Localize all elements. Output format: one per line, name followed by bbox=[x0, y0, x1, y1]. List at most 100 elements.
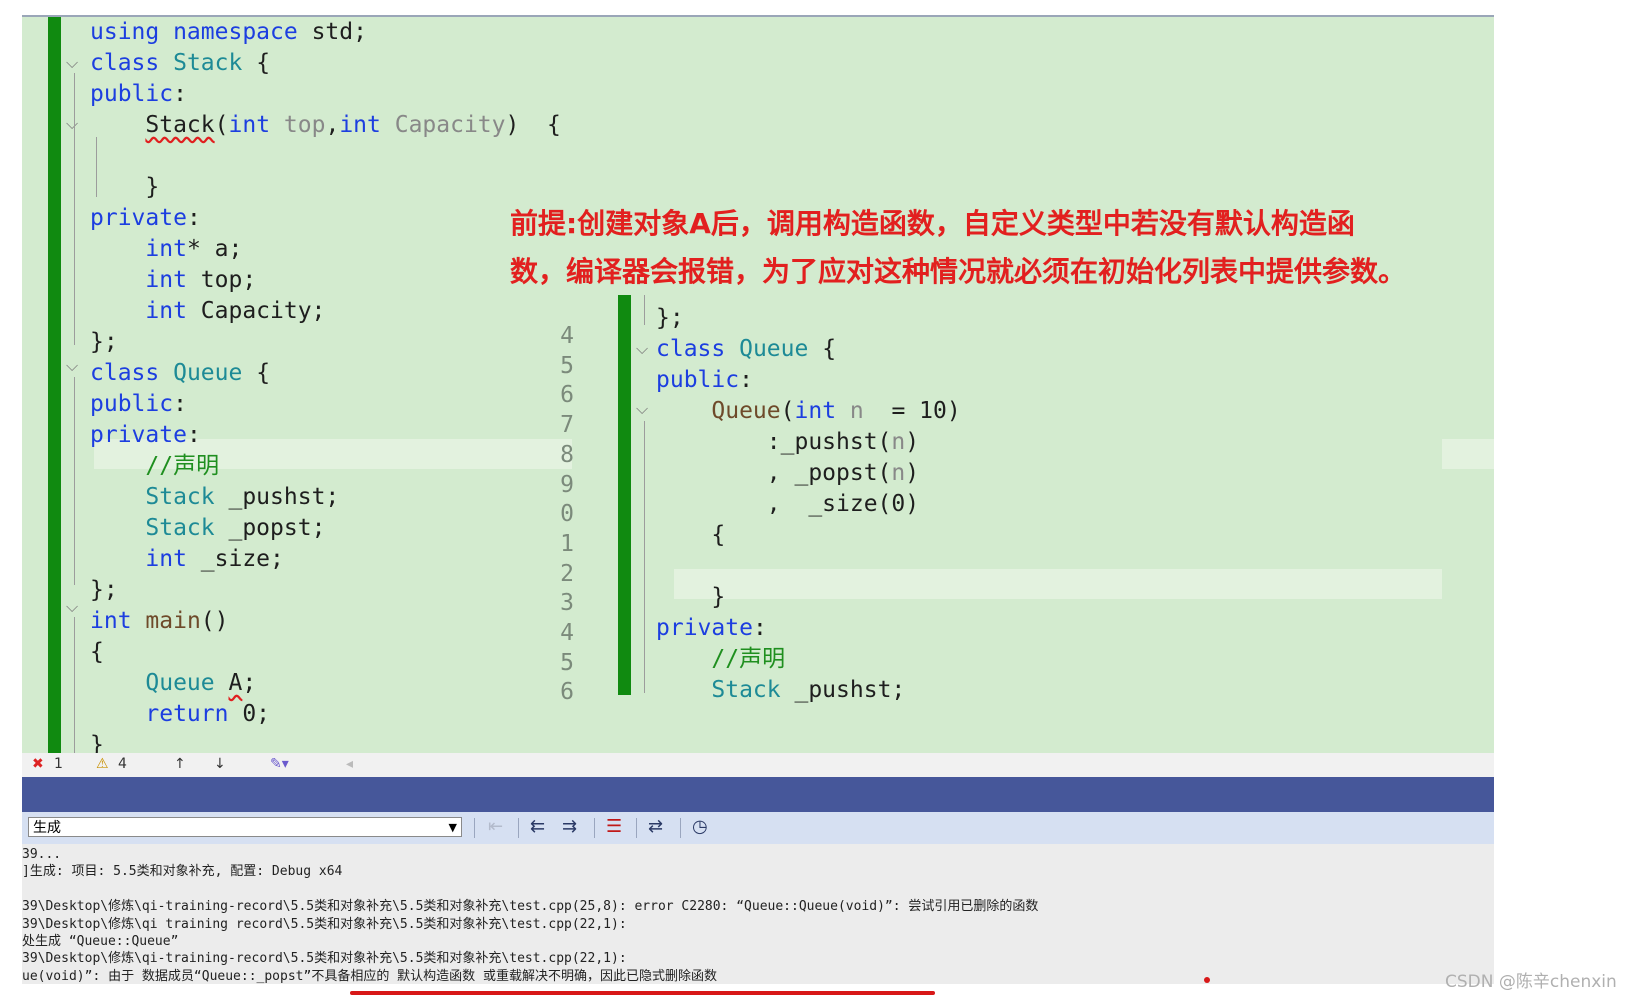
code-token: , bbox=[325, 112, 340, 138]
annotation-text: 前提:创建对象A后，调用构造函数，自定义类型中若没有默认构造函数，编译器会报错，… bbox=[510, 207, 1407, 288]
code-token: { bbox=[808, 336, 837, 362]
code-token: : bbox=[186, 422, 201, 448]
fold-chevron-icon[interactable]: ⌵ bbox=[66, 597, 78, 617]
code-token: Stack bbox=[145, 112, 215, 138]
code-line bbox=[656, 551, 961, 582]
code-token: ) { bbox=[505, 112, 561, 138]
fold-chevron-icon[interactable]: ⌵ bbox=[66, 53, 78, 73]
code-line: public: bbox=[656, 365, 961, 396]
fold-chevron-icon[interactable]: ⌵ bbox=[66, 356, 78, 376]
output-panel[interactable]: 39...]生成: 项目: 5.5类和对象补充, 配置: Debug x64 39… bbox=[22, 844, 1494, 984]
right-code-block: }; class Queue {public: Queue(int n = 10)… bbox=[656, 303, 961, 706]
warning-count[interactable]: 4 bbox=[118, 756, 127, 772]
fold-chevron-icon[interactable]: ⌵ bbox=[636, 339, 648, 359]
code-token: { bbox=[242, 50, 271, 76]
code-line: int top; bbox=[90, 265, 561, 296]
code-token: Capacity; bbox=[186, 298, 326, 324]
code-token: //声明 bbox=[711, 646, 786, 672]
fold-guide bbox=[644, 421, 645, 693]
line-number: 6 bbox=[560, 679, 574, 706]
code-token: _pushst; bbox=[214, 484, 340, 510]
code-token: Capacity bbox=[394, 112, 506, 138]
warning-icon[interactable]: ⚠ bbox=[96, 756, 109, 772]
output-line: 39\Desktop\修炼\qi-training-record\5.5类和对象… bbox=[22, 899, 1039, 915]
fold-chevron-icon[interactable]: ⌵ bbox=[636, 399, 648, 419]
code-line: } bbox=[656, 582, 961, 613]
code-token: } bbox=[656, 584, 726, 610]
arrow-up-icon[interactable]: ↑ bbox=[174, 756, 186, 772]
word-wrap-icon[interactable]: ⇄ bbox=[648, 816, 663, 837]
code-token: top bbox=[283, 112, 326, 138]
brush-icon[interactable]: ✎▾ bbox=[270, 756, 289, 772]
fold-chevron-icon[interactable]: ⌵ bbox=[66, 114, 78, 134]
code-token: }; bbox=[90, 577, 118, 603]
clock-icon[interactable]: ◷ bbox=[692, 816, 708, 837]
code-line: }; bbox=[90, 575, 561, 606]
code-token: :_pushst( bbox=[656, 429, 892, 455]
toolbar-separator bbox=[594, 818, 595, 838]
editor-status-bar: ✖ 1 ⚠ 4 ↑ ↓ ✎▾ ◂ bbox=[22, 753, 1494, 777]
code-token: class bbox=[90, 360, 160, 386]
output-source-value: 生成 bbox=[33, 820, 61, 836]
code-token: int bbox=[145, 546, 187, 572]
code-token: private bbox=[90, 205, 187, 231]
code-token: _popst; bbox=[214, 515, 326, 541]
code-line: { bbox=[90, 637, 561, 668]
code-line: private: bbox=[90, 203, 561, 234]
scroll-left-icon[interactable]: ◂ bbox=[346, 756, 353, 772]
line-number: 1 bbox=[560, 530, 574, 557]
code-token: }; bbox=[656, 305, 684, 331]
change-indicator-bar bbox=[48, 17, 61, 755]
line-number: 4 bbox=[560, 620, 574, 646]
code-token: }; bbox=[90, 329, 118, 355]
code-line: }; bbox=[90, 327, 561, 358]
toolbar-separator bbox=[636, 818, 637, 838]
code-line: , _popst(n) bbox=[656, 458, 961, 489]
code-token: , _popst( bbox=[656, 460, 892, 486]
code-token: public bbox=[656, 367, 740, 393]
output-title-bar bbox=[22, 777, 1494, 812]
code-token: } bbox=[90, 174, 160, 200]
code-token: Queue bbox=[173, 360, 243, 386]
output-source-select[interactable]: 生成 ▼ bbox=[28, 817, 462, 837]
code-token: : bbox=[173, 81, 187, 107]
error-icon[interactable]: ✖ bbox=[32, 756, 44, 772]
code-line: int* a; bbox=[90, 234, 561, 265]
code-token: Stack bbox=[145, 484, 215, 510]
code-line: Queue(int n = 10) bbox=[656, 396, 960, 427]
goto-icon[interactable]: ⇤ bbox=[488, 816, 503, 837]
previous-message-icon[interactable]: ⇇ bbox=[530, 816, 545, 837]
code-token: int bbox=[145, 236, 187, 262]
code-line bbox=[90, 141, 561, 172]
next-message-icon[interactable]: ⇉ bbox=[562, 816, 577, 837]
error-count[interactable]: 1 bbox=[54, 756, 63, 772]
line-number: 5 bbox=[560, 649, 574, 676]
arrow-down-icon[interactable]: ↓ bbox=[214, 756, 226, 772]
code-token: int bbox=[794, 398, 837, 424]
code-editor[interactable]: ⌵ ⌵ ⌵ ⌵ using namespace std; class Stack … bbox=[22, 15, 1494, 755]
code-token: top; bbox=[186, 267, 257, 293]
code-token: Stack bbox=[173, 50, 243, 76]
clear-all-icon[interactable]: ☰ bbox=[606, 816, 622, 837]
code-line: return 0; bbox=[90, 699, 561, 730]
code-token: //声明 bbox=[145, 453, 220, 479]
line-number: 0 bbox=[560, 501, 574, 528]
code-token: private bbox=[656, 615, 753, 641]
line-number: 4 bbox=[560, 323, 574, 349]
code-line: class Queue { bbox=[656, 334, 961, 365]
